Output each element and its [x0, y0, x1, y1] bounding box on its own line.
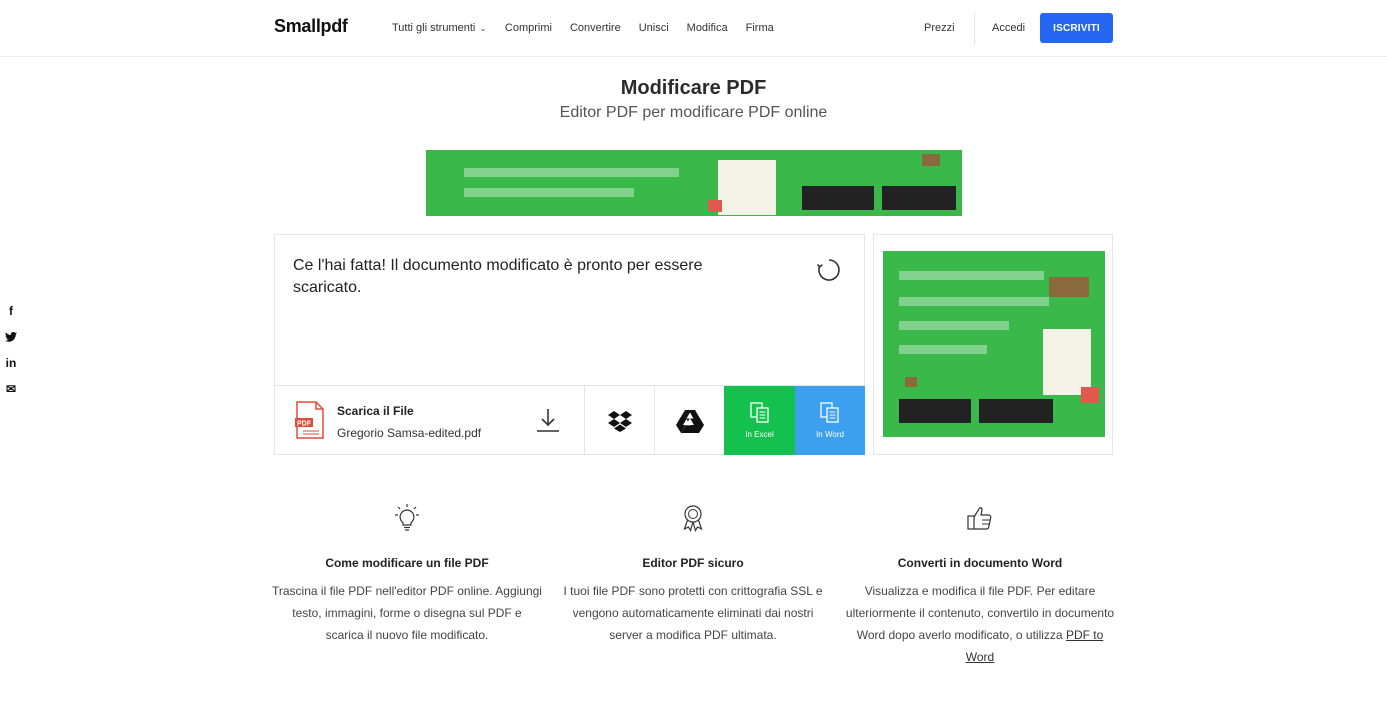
word-label: In Word: [816, 430, 844, 439]
page-subtitle: Editor PDF per modificare PDF online: [559, 104, 828, 121]
download-actions: PDF Scarica il File Gregorio Samsa-edite…: [275, 385, 865, 455]
top-navbar: Smallpdf Tutti gli strumenti ⌄ Comprimi C…: [0, 0, 1387, 57]
page-title: Modificare PDF: [620, 77, 767, 99]
feature-text: I tuoi file PDF sono protetti con critto…: [563, 584, 823, 642]
convert-to-excel-button[interactable]: In Excel: [724, 386, 795, 455]
nav-edit[interactable]: Modifica: [687, 22, 728, 34]
download-file-row[interactable]: PDF Scarica il File Gregorio Samsa-edite…: [275, 386, 584, 455]
chevron-down-icon: ⌄: [479, 23, 487, 33]
email-icon[interactable]: ✉: [4, 381, 18, 397]
login-link[interactable]: Accedi: [992, 22, 1025, 34]
feature-title: Editor PDF sicuro: [642, 556, 744, 570]
main-nav: Tutti gli strumenti ⌄ Comprimi Convertire…: [392, 22, 774, 34]
header-divider: [974, 12, 975, 45]
download-title: Scarica il File: [337, 404, 414, 418]
feature-text: Trascina il file PDF nell'editor PDF onl…: [272, 584, 542, 642]
excel-convert-icon: [749, 402, 769, 423]
nav-all-tools-label: Tutti gli strumenti: [392, 22, 476, 34]
nav-all-tools[interactable]: Tutti gli strumenti ⌄: [392, 22, 487, 34]
save-to-google-drive-button[interactable]: [654, 386, 724, 455]
nav-sign[interactable]: Firma: [746, 22, 774, 34]
nav-merge[interactable]: Unisci: [639, 22, 669, 34]
save-to-dropbox-button[interactable]: [584, 386, 654, 455]
dropbox-icon: [607, 410, 632, 432]
signup-button[interactable]: ISCRIVITI: [1040, 13, 1113, 43]
success-message: Ce l'hai fatta! Il documento modificato …: [293, 257, 703, 296]
svg-text:PDF: PDF: [297, 421, 312, 428]
file-name: Gregorio Samsa-edited.pdf: [337, 426, 482, 440]
pdf-file-icon: PDF: [295, 401, 324, 439]
convert-to-word-button[interactable]: In Word: [795, 386, 865, 455]
nav-compress[interactable]: Comprimi: [505, 22, 552, 34]
download-icon[interactable]: [535, 406, 561, 434]
excel-label: In Excel: [745, 430, 774, 439]
thumbs-up-icon: [967, 507, 992, 530]
feature-title: Come modificare un file PDF: [325, 556, 489, 570]
social-share-bar: f in ✉: [4, 303, 18, 397]
nav-pricing[interactable]: Prezzi: [924, 22, 955, 34]
banner-ad[interactable]: [426, 150, 962, 216]
feature-convert-word: Converti in documento Word Visualizza e …: [845, 503, 1115, 668]
word-convert-icon: [820, 402, 839, 423]
side-ad[interactable]: [883, 251, 1105, 437]
facebook-icon[interactable]: f: [4, 303, 18, 319]
twitter-icon[interactable]: [4, 329, 18, 345]
result-panel: Ce l'hai fatta! Il documento modificato …: [274, 234, 865, 455]
feature-text: Visualizza e modifica il file PDF. Per e…: [845, 580, 1115, 668]
lightbulb-icon: [395, 504, 419, 531]
feature-how-to-edit: Come modificare un file PDF Trascina il …: [272, 503, 542, 646]
restart-icon[interactable]: [815, 256, 843, 284]
feature-secure-editor: Editor PDF sicuro I tuoi file PDF sono p…: [558, 503, 828, 646]
nav-convert[interactable]: Convertire: [570, 22, 621, 34]
feature-title: Converti in documento Word: [897, 556, 1063, 570]
side-ad-frame: [873, 234, 1113, 455]
smallpdf-logo[interactable]: Smallpdf: [274, 16, 348, 37]
google-drive-icon: [675, 409, 704, 433]
linkedin-icon[interactable]: in: [4, 355, 18, 371]
award-icon: [683, 505, 703, 533]
